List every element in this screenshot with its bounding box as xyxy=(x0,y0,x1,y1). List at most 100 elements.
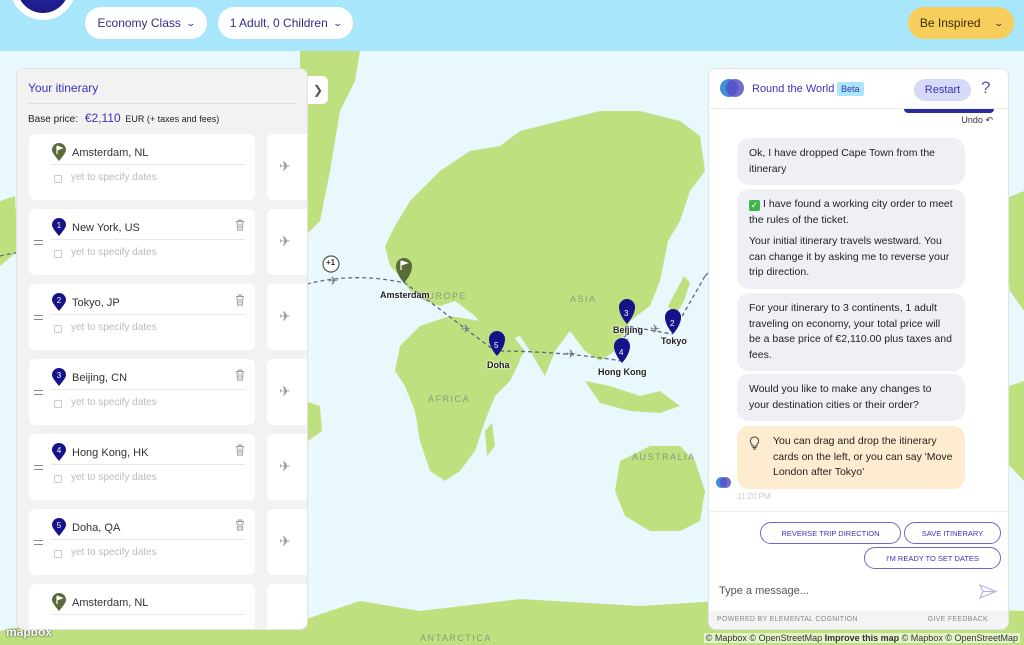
flight-segment-card[interactable] xyxy=(267,584,307,629)
lightbulb-icon xyxy=(749,436,760,450)
improve-map-link[interactable]: Improve this map xyxy=(825,633,900,643)
marker-number: 5 xyxy=(494,341,499,350)
itinerary-card[interactable]: 1 New York, US yet to specify dates xyxy=(29,209,255,275)
travellers-dropdown[interactable]: 1 Adult, 0 Children ⌄ xyxy=(218,7,353,39)
drag-handle-icon[interactable] xyxy=(34,390,43,395)
base-price: Base price: €2,110 EUR (+ taxes and fees… xyxy=(28,111,219,125)
message-text: Your initial itinerary travels westward.… xyxy=(749,235,950,278)
bot-avatar xyxy=(716,477,732,488)
logo-circle xyxy=(17,0,69,13)
app-logo[interactable] xyxy=(10,0,76,20)
day-change-label: +1 xyxy=(326,258,336,267)
flight-segment-card[interactable]: ✈ xyxy=(267,359,307,425)
dates-placeholder[interactable]: yet to specify dates xyxy=(71,472,157,483)
flight-segment-card[interactable]: ✈ xyxy=(267,209,307,275)
city-label-amsterdam: Amsterdam xyxy=(380,290,430,300)
tip-message: You can drag and drop the itinerary card… xyxy=(737,426,965,489)
dates-placeholder[interactable]: yet to specify dates xyxy=(71,547,157,558)
chevron-down-icon: ⌄ xyxy=(185,17,196,28)
landmass-madagascar xyxy=(485,423,495,456)
trash-icon[interactable] xyxy=(235,294,245,306)
travellers-label: 1 Adult, 0 Children xyxy=(229,16,328,30)
be-inspired-dropdown[interactable]: Be Inspired ⌄ xyxy=(908,7,1014,39)
svg-text:4: 4 xyxy=(57,446,62,455)
flight-segment-card[interactable]: ✈ xyxy=(267,284,307,350)
city-name: Amsterdam, NL xyxy=(72,147,149,159)
itinerary-card[interactable]: 2 Tokyo, JP yet to specify dates xyxy=(29,284,255,350)
trash-icon[interactable] xyxy=(235,369,245,381)
numbered-marker-icon: 4 xyxy=(52,443,66,461)
message-input[interactable] xyxy=(719,581,969,601)
help-icon[interactable]: ? xyxy=(981,78,990,98)
dates-placeholder[interactable]: yet to specify dates xyxy=(71,172,157,183)
plane-icon: ✈ xyxy=(279,458,291,474)
itinerary-card[interactable]: 3 Beijing, CN yet to specify dates xyxy=(29,359,255,425)
collapse-panel-button[interactable]: ❯ xyxy=(308,76,328,104)
divider xyxy=(27,103,297,104)
continent-label: AUSTRALIA xyxy=(632,452,696,462)
numbered-marker-icon: 3 xyxy=(52,368,66,386)
chevron-right-icon: ❯ xyxy=(312,83,324,97)
save-itinerary-button[interactable]: SAVE ITINERARY xyxy=(904,522,1001,544)
dates-placeholder[interactable]: yet to specify dates xyxy=(71,322,157,333)
bot-message: For your itinerary to 3 continents, 1 ad… xyxy=(737,293,965,371)
cabin-class-dropdown[interactable]: Economy Class ⌄ xyxy=(85,7,207,39)
restart-button[interactable]: Restart xyxy=(914,79,971,101)
numbered-marker-icon: 2 xyxy=(52,293,66,311)
itinerary-card[interactable]: Amsterdam, NL xyxy=(29,584,255,629)
numbered-marker-icon: 5 xyxy=(52,518,66,536)
trash-icon[interactable] xyxy=(235,219,245,231)
chat-header: Round the World Beta Restart ? xyxy=(709,69,1008,109)
plane-icon: ✈ xyxy=(461,322,471,336)
trash-icon[interactable] xyxy=(235,519,245,531)
divider xyxy=(51,314,245,315)
base-price-suffix: EUR (+ taxes and fees) xyxy=(125,114,220,124)
itinerary-panel: Your itinerary Base price: €2,110 EUR (+… xyxy=(16,68,308,630)
drag-handle-icon[interactable] xyxy=(34,465,43,470)
calendar-icon xyxy=(54,475,62,483)
city-name: Tokyo, JP xyxy=(72,297,120,309)
divider xyxy=(51,389,245,390)
attribution-suffix: © Mapbox © OpenStreetMap xyxy=(901,633,1018,643)
trash-icon[interactable] xyxy=(235,444,245,456)
svg-text:3: 3 xyxy=(57,371,62,380)
undo-button[interactable]: Undo ↶ xyxy=(961,115,993,126)
divider xyxy=(51,164,245,165)
flag-marker-icon xyxy=(52,593,66,611)
dates-placeholder[interactable]: yet to specify dates xyxy=(71,397,157,408)
plane-icon: ✈ xyxy=(279,233,291,249)
drag-handle-icon[interactable] xyxy=(34,540,43,545)
drag-handle-icon[interactable] xyxy=(34,315,43,320)
flight-segment-card[interactable]: ✈ xyxy=(267,134,307,200)
marker-number: 2 xyxy=(670,319,675,328)
chevron-down-icon: ⌄ xyxy=(332,17,343,28)
city-label-doha: Doha xyxy=(487,360,510,370)
marker-number: 4 xyxy=(619,348,624,357)
plane-icon: ✈ xyxy=(279,158,291,174)
divider xyxy=(51,614,245,615)
base-price-label: Base price: xyxy=(28,114,79,125)
continent-label: AFRICA xyxy=(428,394,471,404)
give-feedback-link[interactable]: GIVE FEEDBACK xyxy=(928,616,988,623)
undo-icon: ↶ xyxy=(985,115,993,125)
continent-label: ASIA xyxy=(570,294,597,304)
itinerary-card[interactable]: Amsterdam, NL yet to specify dates xyxy=(29,134,255,200)
calendar-icon xyxy=(54,250,62,258)
city-label-hong-kong: Hong Kong xyxy=(598,367,647,377)
send-icon[interactable] xyxy=(979,584,997,599)
plane-icon: ✈ xyxy=(650,322,660,336)
chat-footer: POWERED BY ELEMENTAL COGNITION GIVE FEED… xyxy=(709,611,1008,629)
flight-segment-card[interactable]: ✈ xyxy=(267,509,307,575)
drag-handle-icon[interactable] xyxy=(34,240,43,245)
reverse-trip-button[interactable]: REVERSE TRIP DIRECTION xyxy=(760,522,901,544)
dates-placeholder[interactable]: yet to specify dates xyxy=(71,247,157,258)
city-label-tokyo: Tokyo xyxy=(661,336,687,346)
ready-to-set-dates-button[interactable]: I'M READY TO SET DATES xyxy=(864,547,1001,569)
calendar-icon xyxy=(54,325,62,333)
flight-segment-card[interactable]: ✈ xyxy=(267,434,307,500)
message-text: Ok, I have dropped Cape Town from the it… xyxy=(749,147,935,175)
calendar-icon xyxy=(54,550,62,558)
itinerary-card[interactable]: 4 Hong Kong, HK yet to specify dates xyxy=(29,434,255,500)
message-text: Would you like to make any changes to yo… xyxy=(749,383,932,411)
itinerary-card[interactable]: 5 Doha, QA yet to specify dates xyxy=(29,509,255,575)
